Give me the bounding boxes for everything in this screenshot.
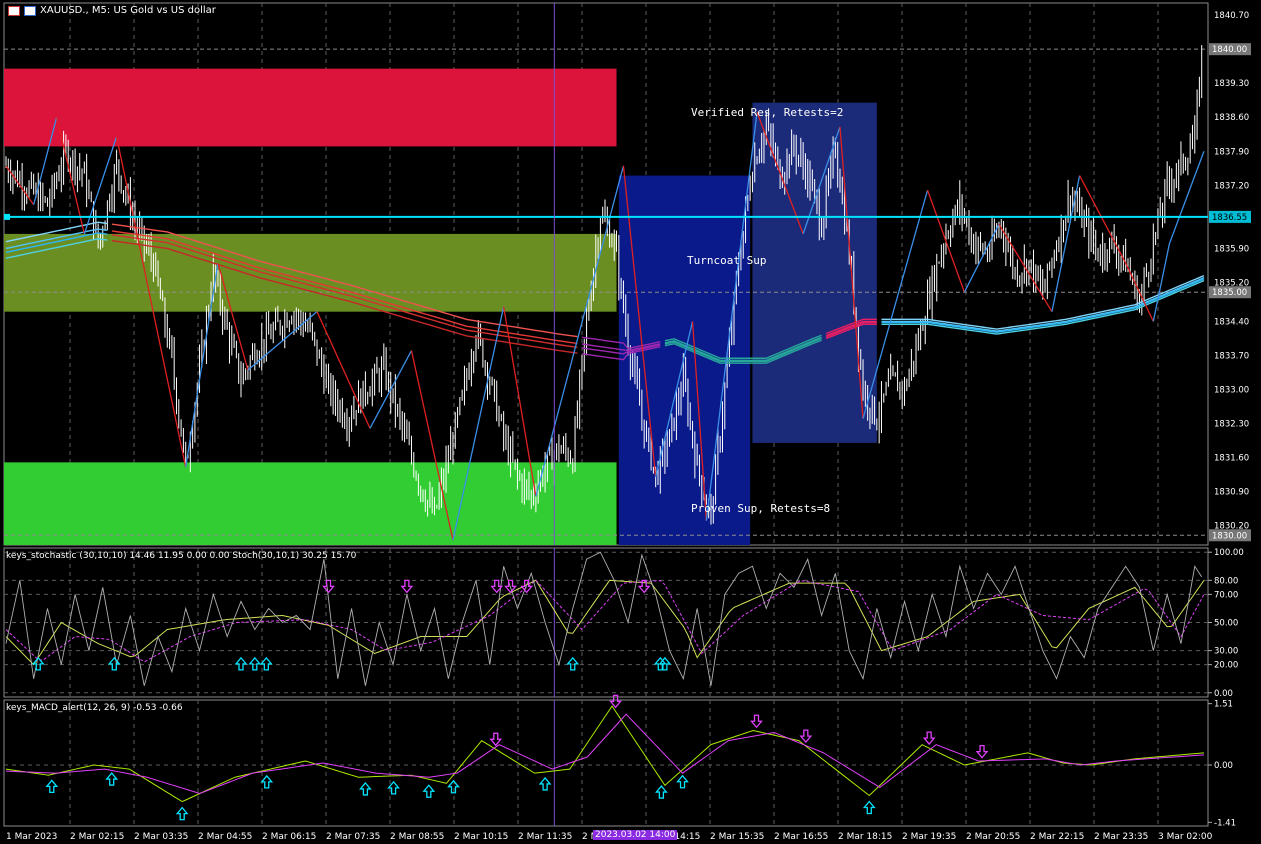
y-tick-label: 1837.90 (1214, 147, 1249, 157)
sell-signal-arrow (975, 744, 989, 759)
y-tick-label: 30.00 (1214, 647, 1238, 657)
macd-title: keys_MACD_alert(12, 26, 9) -0.53 -0.66 (6, 703, 183, 713)
buy-signal-arrow (862, 800, 876, 815)
stochastic-title: keys_stochastic (30,10,10) 14.46 11.95 0… (6, 551, 357, 561)
price-tag-label: 1836.55 (1212, 213, 1247, 223)
y-tick-label: 0.00 (1214, 761, 1233, 771)
zigzag-segment (926, 189, 966, 293)
time-cursor-label: 2023.03.02 14:00 (593, 830, 678, 840)
zone-turncoat-sup (4, 233, 617, 312)
sell-signal-arrow (750, 714, 763, 729)
zigzag-segment (247, 311, 318, 371)
x-tick-label: 2 Mar 10:15 (454, 832, 508, 842)
y-tick-label: 1832.30 (1214, 419, 1249, 429)
x-tick-label: 2 Mar 15:35 (710, 832, 764, 842)
zigzag-segment (963, 223, 1000, 293)
x-tick-label: 1 Mar 2023 (6, 832, 57, 842)
x-tick-label: 2 Mar 07:35 (326, 832, 380, 842)
chart-grid-icon[interactable] (8, 5, 20, 16)
zigzag-segment (316, 311, 371, 429)
window-title-bar: XAUUSD., M5: US Gold vs US dollar (8, 5, 216, 16)
chart-type-icon[interactable] (24, 5, 36, 16)
y-tick-label: 0.00 (1214, 689, 1233, 699)
sell-signal-arrow (322, 579, 335, 594)
buy-signal-arrow (654, 785, 668, 799)
buy-signal-arrow (45, 779, 59, 794)
y-tick-label: 1840.70 (1214, 11, 1249, 21)
y-tick-label: 1830.90 (1214, 488, 1249, 498)
y-tick-label: 80.00 (1214, 576, 1238, 586)
buy-signal-arrow (422, 784, 436, 798)
x-tick-label: 2 Mar 08:55 (390, 832, 444, 842)
buy-signal-arrow (260, 774, 274, 789)
turncoat-sup-label: Turncoat Sup (687, 254, 767, 267)
stochastic-line (5, 579, 1205, 663)
x-tick-label: 2 Mar 04:55 (198, 832, 252, 842)
zigzag-segment (998, 223, 1053, 313)
sell-signal-arrow (799, 729, 813, 744)
buy-signal-arrow (105, 772, 119, 786)
y-tick-label: 1833.00 (1214, 385, 1249, 395)
chart-canvas[interactable]: 1840.70 1840.00 1839.30 1838.60 1837.90 1837.… (0, 0, 1261, 844)
sell-signal-arrow (520, 579, 534, 594)
buy-signal-arrow (259, 656, 273, 671)
proven-sup-label: Proven Sup, Retests=8 (691, 502, 831, 515)
x-tick-label: 2 Mar 19:35 (902, 832, 956, 842)
window-title: XAUUSD., M5: US Gold vs US dollar (40, 5, 216, 16)
buy-signal-arrow (359, 781, 372, 796)
x-tick-label: 2 Mar 23:35 (1094, 832, 1148, 842)
x-tick-label: 2 Mar 02:15 (70, 832, 124, 842)
zigzag-segment (369, 350, 413, 429)
y-tick-label: 1835.90 (1214, 244, 1249, 254)
price-tag-label: 1840.00 (1212, 45, 1247, 55)
y-tick-label: 1831.60 (1214, 454, 1249, 464)
x-tick-label: 2 Mar 18:15 (838, 832, 892, 842)
y-tick-label: -1.41 (1214, 818, 1236, 828)
y-tick-label: 100.00 (1214, 548, 1244, 558)
zone-verified-res (4, 68, 617, 147)
buy-signal-arrow (234, 656, 248, 671)
buy-signal-arrow (248, 656, 262, 671)
sell-signal-arrow (489, 732, 503, 747)
y-tick-label: 1837.20 (1214, 181, 1249, 191)
y-tick-label: 1.51 (1214, 700, 1233, 710)
x-tick-label: 2 Mar 03:35 (134, 832, 188, 842)
zigzag-segment (1168, 151, 1205, 244)
price-tag-label: 1830.00 (1212, 531, 1247, 541)
verified-res-label: Verified Res, Retests=2 (691, 106, 844, 119)
x-tick-label: 2 Mar 11:35 (518, 832, 572, 842)
y-tick-label: 1839.30 (1214, 79, 1249, 89)
y-tick-label: 1838.60 (1214, 113, 1249, 123)
sell-signal-arrow (922, 731, 936, 746)
y-tick-label: 70.00 (1214, 590, 1238, 600)
buy-signal-arrow (175, 806, 189, 821)
buy-signal-arrow (566, 656, 580, 671)
buy-signal-arrow (538, 776, 552, 791)
y-tick-label: 1834.40 (1214, 317, 1249, 327)
level-handle (4, 213, 10, 220)
y-tick-label: 1833.70 (1214, 351, 1249, 361)
x-tick-label: 2 Mar 20:55 (966, 832, 1020, 842)
buy-signal-arrow (676, 774, 689, 789)
macd-pane[interactable]: 1.51 0.00 -1.41 (3, 694, 1236, 828)
y-tick-label: 50.00 (1214, 619, 1238, 629)
zigzag-segment (1152, 243, 1171, 322)
x-tick-label: 3 Mar 02:00 (1158, 832, 1213, 842)
buy-signal-arrow (447, 779, 460, 794)
y-tick-label: 20.00 (1214, 661, 1238, 671)
stochastic-pane[interactable]: 100.00 80.00 70.00 50.00 30.00 20.00 0.00 (3, 547, 1244, 699)
x-tick-label: 2 Mar 06:15 (262, 832, 316, 842)
price-pane[interactable]: 1840.70 1840.00 1839.30 1838.60 1837.90 1837.… (3, 2, 1251, 546)
sell-signal-arrow (400, 579, 414, 594)
macd-line (5, 705, 1205, 803)
macd-frame (3, 699, 1209, 827)
x-tick-label: 2 Mar 22:15 (1030, 832, 1084, 842)
zigzag-segment (535, 165, 625, 497)
stochastic-line (5, 551, 1203, 686)
x-tick-label: 2 Mar 16:55 (774, 832, 828, 842)
price-tag-label: 1835.00 (1212, 288, 1247, 298)
